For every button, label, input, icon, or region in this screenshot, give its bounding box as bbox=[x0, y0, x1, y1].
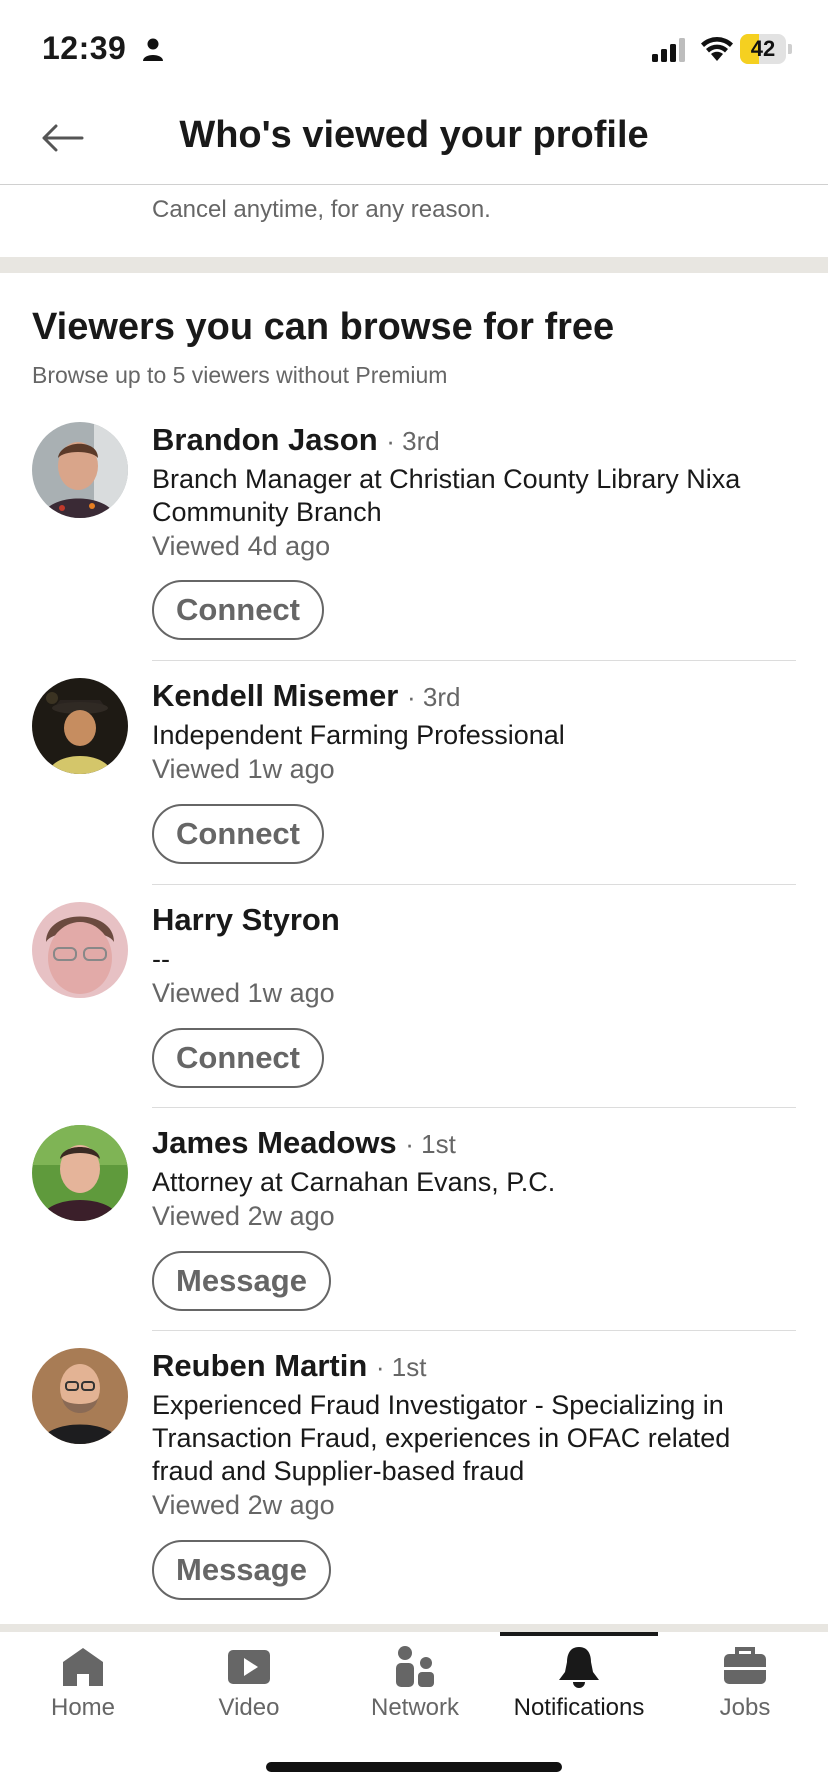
briefcase-icon bbox=[724, 1647, 766, 1684]
list-divider bbox=[152, 660, 796, 661]
avatar[interactable] bbox=[32, 678, 128, 774]
avatar[interactable] bbox=[32, 1348, 128, 1444]
viewed-time: Viewed 4d ago bbox=[152, 531, 331, 561]
viewer-headline: -- bbox=[152, 944, 170, 974]
viewed-time: Viewed 1w ago bbox=[152, 978, 335, 1008]
cellular-signal-icon bbox=[652, 38, 685, 62]
viewer-headline: Branch Manager at Christian County Libra… bbox=[152, 464, 741, 527]
nav-jobs[interactable]: Jobs bbox=[662, 1632, 828, 1742]
list-divider bbox=[152, 1330, 796, 1331]
nav-divider bbox=[0, 1624, 828, 1632]
home-icon bbox=[63, 1648, 103, 1686]
avatar[interactable] bbox=[32, 902, 128, 998]
page-title: Who's viewed your profile bbox=[179, 114, 649, 156]
connect-button[interactable]: Connect bbox=[152, 1028, 324, 1088]
status-time: 12:39 bbox=[42, 30, 127, 66]
viewer-headline: Independent Farming Professional bbox=[152, 720, 565, 750]
section-divider bbox=[0, 257, 828, 273]
nav-label: Network bbox=[370, 1694, 460, 1721]
home-indicator bbox=[266, 1762, 562, 1772]
cancel-anytime-text: Cancel anytime, for any reason. bbox=[152, 196, 491, 223]
message-button[interactable]: Message bbox=[152, 1251, 331, 1311]
bell-icon bbox=[559, 1647, 599, 1688]
connection-degree: · 3rd bbox=[386, 426, 440, 456]
message-button[interactable]: Message bbox=[152, 1540, 331, 1600]
section-subtitle: Browse up to 5 viewers without Premium bbox=[32, 362, 448, 388]
page-header: Who's viewed your profile bbox=[0, 96, 828, 185]
viewer-name[interactable]: Brandon Jason bbox=[152, 422, 378, 457]
viewer-name[interactable]: Reuben Martin bbox=[152, 1348, 367, 1383]
viewed-time: Viewed 2w ago bbox=[152, 1201, 335, 1231]
battery-icon: 42 bbox=[740, 34, 792, 64]
video-icon bbox=[228, 1650, 270, 1684]
nav-notifications[interactable]: Notifications bbox=[496, 1632, 662, 1742]
viewed-time: Viewed 2w ago bbox=[152, 1490, 335, 1520]
avatar[interactable] bbox=[32, 422, 128, 518]
connection-degree: · 1st bbox=[375, 1352, 427, 1382]
section-title: Viewers you can browse for free bbox=[32, 306, 615, 348]
connect-button[interactable]: Connect bbox=[152, 804, 324, 864]
list-divider bbox=[152, 1107, 796, 1108]
viewer-name[interactable]: Kendell Misemer bbox=[152, 678, 398, 713]
list-divider bbox=[152, 884, 796, 885]
status-bar: 12:39 42 bbox=[0, 0, 828, 96]
connect-button[interactable]: Connect bbox=[152, 580, 324, 640]
viewer-name[interactable]: Harry Styron bbox=[152, 902, 340, 937]
nav-label: Notifications bbox=[513, 1694, 645, 1721]
network-icon bbox=[396, 1646, 434, 1687]
viewer-headline: Experienced Fraud Investigator - Special… bbox=[152, 1390, 731, 1486]
viewer-headline: Attorney at Carnahan Evans, P.C. bbox=[152, 1167, 556, 1197]
nav-home[interactable]: Home bbox=[0, 1632, 166, 1742]
nav-label: Jobs bbox=[719, 1694, 771, 1721]
nav-label: Home bbox=[50, 1694, 116, 1721]
nav-video[interactable]: Video bbox=[166, 1632, 332, 1742]
connection-degree: · 1st bbox=[405, 1129, 456, 1159]
viewer-name[interactable]: James Meadows bbox=[152, 1125, 397, 1160]
connection-degree: · 3rd bbox=[407, 682, 461, 712]
battery-percent: 42 bbox=[750, 36, 776, 61]
person-icon bbox=[143, 38, 163, 61]
nav-network[interactable]: Network bbox=[332, 1632, 498, 1742]
nav-label: Video bbox=[218, 1694, 280, 1721]
wifi-icon bbox=[701, 37, 733, 61]
avatar[interactable] bbox=[32, 1125, 128, 1221]
viewed-time: Viewed 1w ago bbox=[152, 754, 335, 784]
